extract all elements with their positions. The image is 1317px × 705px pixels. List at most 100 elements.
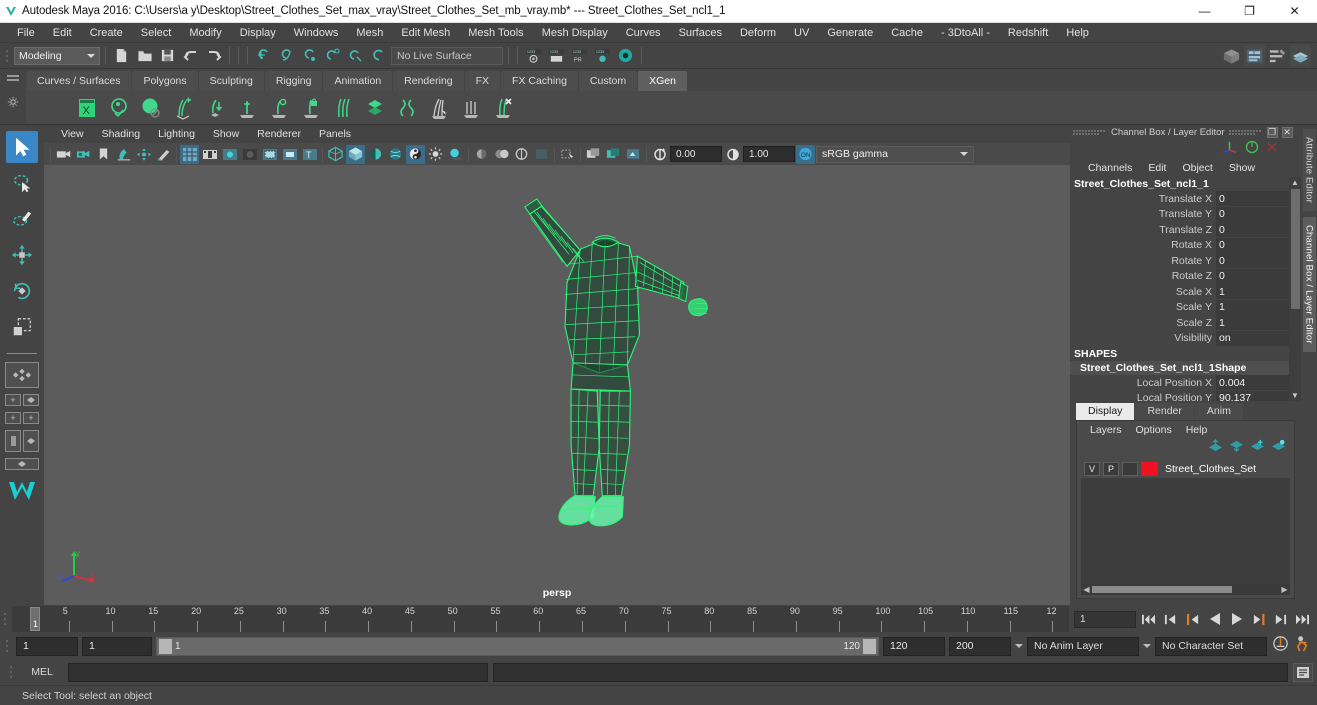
- channel-value[interactable]: 0: [1216, 237, 1289, 253]
- command-line-grip[interactable]: [6, 659, 16, 685]
- channel-row[interactable]: Translate Y 0: [1070, 206, 1289, 223]
- channel-row[interactable]: Scale Z 1: [1070, 315, 1289, 331]
- shelf-tab-sculpting[interactable]: Sculpting: [198, 71, 264, 91]
- color-management-toggle-icon[interactable]: ON: [796, 144, 815, 164]
- layer-type-toggle[interactable]: [1122, 462, 1138, 476]
- xgen-grow-icon[interactable]: [232, 93, 262, 123]
- xray-joints-icon[interactable]: [558, 145, 577, 164]
- hypershade-icon[interactable]: [615, 45, 636, 66]
- time-slider[interactable]: 1 5 10 15 20 25 30 35 40 45 50 55 60 65 70 75 80 85 90 95 1…: [12, 606, 1069, 632]
- xgen-editor-icon[interactable]: X: [72, 93, 102, 123]
- film-origin-icon[interactable]: [260, 145, 279, 164]
- shelf-tab-rendering[interactable]: Rendering: [393, 71, 464, 91]
- menu-mesh-display[interactable]: Mesh Display: [533, 23, 617, 43]
- xgen-lock-icon[interactable]: [296, 93, 326, 123]
- new-scene-icon[interactable]: [111, 45, 132, 66]
- scroll-right-icon[interactable]: ▶: [1279, 585, 1290, 594]
- ipr-render-icon[interactable]: 1233 PR: [569, 45, 590, 66]
- side-tab-channel-box[interactable]: Channel Box / Layer Editor: [1302, 217, 1316, 352]
- menu-file[interactable]: File: [8, 23, 44, 43]
- snap-projected-center-icon[interactable]: [322, 45, 343, 66]
- smooth-shade-icon[interactable]: [346, 144, 365, 164]
- shelf-tab-polygons[interactable]: Polygons: [132, 71, 198, 91]
- layer-menu-help[interactable]: Help: [1179, 424, 1215, 436]
- range-slider[interactable]: 1 120: [156, 636, 879, 656]
- menu-3dtoall[interactable]: - 3DtoAll -: [932, 23, 999, 43]
- restore-button[interactable]: ❐: [1227, 0, 1272, 23]
- menu-deform[interactable]: Deform: [731, 23, 785, 43]
- open-scene-icon[interactable]: [134, 45, 155, 66]
- snapshot-icon[interactable]: [624, 145, 643, 164]
- channel-box-menu-edit[interactable]: Edit: [1140, 162, 1174, 174]
- move-layer-up-icon[interactable]: [1208, 438, 1223, 457]
- scroll-down-icon[interactable]: ▼: [1289, 390, 1301, 401]
- channel-box-icon[interactable]: [1290, 45, 1311, 66]
- channel-row[interactable]: Translate Z 0: [1070, 222, 1289, 238]
- menu-mesh[interactable]: Mesh: [347, 23, 392, 43]
- render-view-icon[interactable]: [1221, 45, 1242, 66]
- menu-generate[interactable]: Generate: [818, 23, 882, 43]
- menu-uv[interactable]: UV: [785, 23, 818, 43]
- step-back-frame-icon[interactable]: [1183, 609, 1202, 629]
- channel-value[interactable]: on: [1216, 330, 1289, 346]
- channel-row[interactable]: Translate X 0: [1070, 191, 1289, 207]
- menu-redshift[interactable]: Redshift: [999, 23, 1057, 43]
- gamma-field[interactable]: 1.00: [743, 146, 795, 162]
- snap-view-plane-icon[interactable]: [345, 45, 366, 66]
- shelf-tab-xgen[interactable]: XGen: [638, 71, 687, 91]
- time-slider-grip[interactable]: [0, 605, 10, 633]
- shadows-icon[interactable]: [426, 145, 445, 164]
- shape-node-name[interactable]: Street_Clothes_Set_ncl1_1Shape: [1070, 361, 1289, 375]
- command-input-field[interactable]: [68, 662, 488, 682]
- depth-of-field-icon[interactable]: [492, 145, 511, 164]
- channel-row[interactable]: Visibility on: [1070, 330, 1289, 347]
- layer-playback-toggle[interactable]: P: [1103, 462, 1119, 476]
- panel-drag-handle[interactable]: [1073, 128, 1107, 136]
- range-end-handle[interactable]: [863, 638, 876, 654]
- channel-row[interactable]: Scale X 1: [1070, 284, 1289, 300]
- menu-modify[interactable]: Modify: [180, 23, 230, 43]
- menu-cache[interactable]: Cache: [882, 23, 932, 43]
- range-slider-grip[interactable]: [2, 633, 12, 659]
- menu-edit[interactable]: Edit: [44, 23, 81, 43]
- command-language-label[interactable]: MEL: [21, 666, 63, 678]
- tab-anim-layers[interactable]: Anim: [1194, 403, 1243, 420]
- layer-visibility-toggle[interactable]: V: [1084, 462, 1100, 476]
- layer-list[interactable]: V P Street_Clothes_Set: [1081, 460, 1290, 584]
- gamma-icon[interactable]: [723, 145, 742, 164]
- make-live-icon[interactable]: [368, 45, 389, 66]
- auto-key-icon[interactable]: [1271, 634, 1290, 658]
- street-clothes-set-wireframe-model[interactable]: [44, 165, 1070, 605]
- grid-icon[interactable]: [180, 144, 199, 164]
- bookmark-icon[interactable]: [94, 145, 113, 164]
- xgen-clump-icon[interactable]: [424, 93, 454, 123]
- viewport-menu-lighting[interactable]: Lighting: [149, 128, 204, 140]
- channel-row[interactable]: Local Position X 0.004: [1070, 375, 1289, 391]
- channel-value[interactable]: 0.004: [1216, 375, 1289, 391]
- layer-list-horizontal-scrollbar[interactable]: ◀ ▶: [1081, 584, 1290, 595]
- menu-display[interactable]: Display: [231, 23, 285, 43]
- menu-set-dropdown[interactable]: Modeling: [14, 46, 100, 65]
- two-pane-layout[interactable]: [5, 430, 39, 452]
- menu-surfaces[interactable]: Surfaces: [670, 23, 731, 43]
- save-scene-icon[interactable]: [157, 45, 178, 66]
- chevron-down-icon[interactable]: [1143, 644, 1151, 648]
- four-pane-layout-b[interactable]: + +: [5, 412, 39, 424]
- shelf-menu-icon[interactable]: [7, 75, 19, 81]
- move-tool[interactable]: [6, 239, 38, 271]
- layer-row[interactable]: V P Street_Clothes_Set: [1081, 460, 1290, 478]
- layer-color-swatch[interactable]: [1141, 462, 1158, 476]
- resolution-gate-icon[interactable]: [220, 145, 239, 164]
- channel-value[interactable]: 0: [1216, 253, 1289, 269]
- shelf-tab-custom[interactable]: Custom: [578, 71, 638, 91]
- viewport-menu-shading[interactable]: Shading: [93, 128, 150, 140]
- layer-menu-options[interactable]: Options: [1129, 424, 1179, 436]
- channel-row[interactable]: Scale Y 1: [1070, 299, 1289, 316]
- chevron-down-icon[interactable]: [1015, 644, 1023, 648]
- live-surface-field[interactable]: No Live Surface: [391, 46, 503, 65]
- 2d-pan-zoom-icon[interactable]: [134, 145, 153, 164]
- single-pane-layout[interactable]: [5, 362, 39, 388]
- menu-select[interactable]: Select: [132, 23, 181, 43]
- render-current-frame-icon[interactable]: 1233: [523, 45, 544, 66]
- channel-value[interactable]: 0: [1216, 206, 1289, 222]
